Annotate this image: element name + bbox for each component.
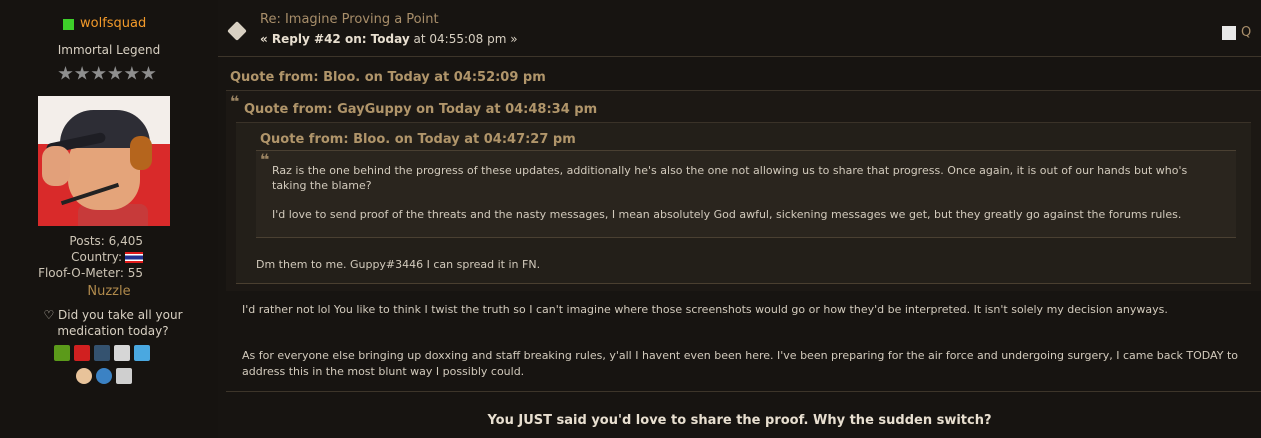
country-label: Country:: [71, 250, 122, 264]
quote-text: As for everyone else bringing up doxxing…: [242, 349, 1238, 378]
rank-stars: [58, 66, 156, 82]
quote-button[interactable]: Q: [1241, 25, 1251, 40]
post-icon: [227, 21, 247, 41]
avatar: [38, 96, 170, 226]
poster-stats: Posts: 6,405 Country: Floof-O-Meter: 55: [38, 233, 143, 281]
inner-quote-paragraph: I'd love to send proof of the threats an…: [272, 208, 1182, 221]
twitter-icon[interactable]: [134, 345, 150, 361]
forum-page: wolfsquad Immortal Legend Posts: 6,405 C…: [0, 0, 1261, 438]
custom-title: Nuzzle: [87, 284, 131, 299]
profile-links: [54, 345, 150, 361]
poster-actions: [76, 368, 132, 384]
post-header: Re: Imagine Proving a Point « Reply #42 …: [218, 0, 1261, 57]
youtube-icon[interactable]: [74, 345, 90, 361]
tumblr-icon[interactable]: [94, 345, 110, 361]
personal-text: ♡ Did you take all your medication today…: [43, 308, 183, 338]
reply-text: You JUST said you'd love to share the pr…: [487, 413, 992, 428]
quote-mark-icon: ❝: [230, 92, 240, 111]
inner-quote-header[interactable]: Quote from: Bloo. on Today at 04:47:27 p…: [260, 132, 576, 147]
post-subject[interactable]: Re: Imagine Proving a Point: [260, 12, 439, 27]
reply-time: at 04:55:08 pm »: [409, 32, 518, 46]
star-icon: [124, 66, 140, 80]
reply-number: « Reply #42 on: Today: [260, 32, 410, 46]
poster-info: wolfsquad Immortal Legend Posts: 6,405 C…: [0, 0, 218, 438]
inner-quote-text: Raz is the one behind the progress of th…: [272, 163, 1212, 236]
online-status-icon: [63, 19, 74, 30]
country-row: Country:: [38, 249, 143, 265]
star-icon: [108, 66, 123, 80]
floof-meter: Floof-O-Meter: 55: [38, 266, 143, 280]
star-icon: [91, 66, 106, 80]
quote-icon[interactable]: [1222, 26, 1236, 40]
website-icon[interactable]: [96, 368, 112, 384]
nested-quote-header[interactable]: Quote from: GayGuppy on Today at 04:48:3…: [244, 102, 597, 117]
post-body: Re: Imagine Proving a Point « Reply #42 …: [218, 0, 1261, 438]
quote-header[interactable]: Quote from: Bloo. on Today at 04:52:09 p…: [230, 70, 546, 85]
quote-mark-icon: ❝: [260, 150, 270, 169]
star-icon: [58, 66, 73, 80]
inner-quote-paragraph: Raz is the one behind the progress of th…: [272, 164, 1188, 192]
poster-username[interactable]: wolfsquad: [80, 16, 146, 31]
reply-info: « Reply #42 on: Today at 04:55:08 pm »: [260, 32, 518, 46]
post-count: Posts: 6,405: [69, 234, 143, 248]
xbox-icon[interactable]: [54, 345, 70, 361]
star-icon: [141, 66, 156, 80]
message-icon[interactable]: [116, 368, 132, 384]
poster-rank: Immortal Legend: [57, 43, 161, 57]
profile-icon[interactable]: [76, 368, 92, 384]
thailand-flag-icon: [125, 252, 143, 263]
nested-quote-text: Dm them to me. Guppy#3446 I can spread i…: [256, 258, 541, 271]
quote-text: I'd rather not lol You like to think I t…: [242, 303, 1168, 316]
divider: [226, 391, 1261, 392]
star-icon: [74, 66, 90, 80]
steam-icon[interactable]: [114, 345, 130, 361]
